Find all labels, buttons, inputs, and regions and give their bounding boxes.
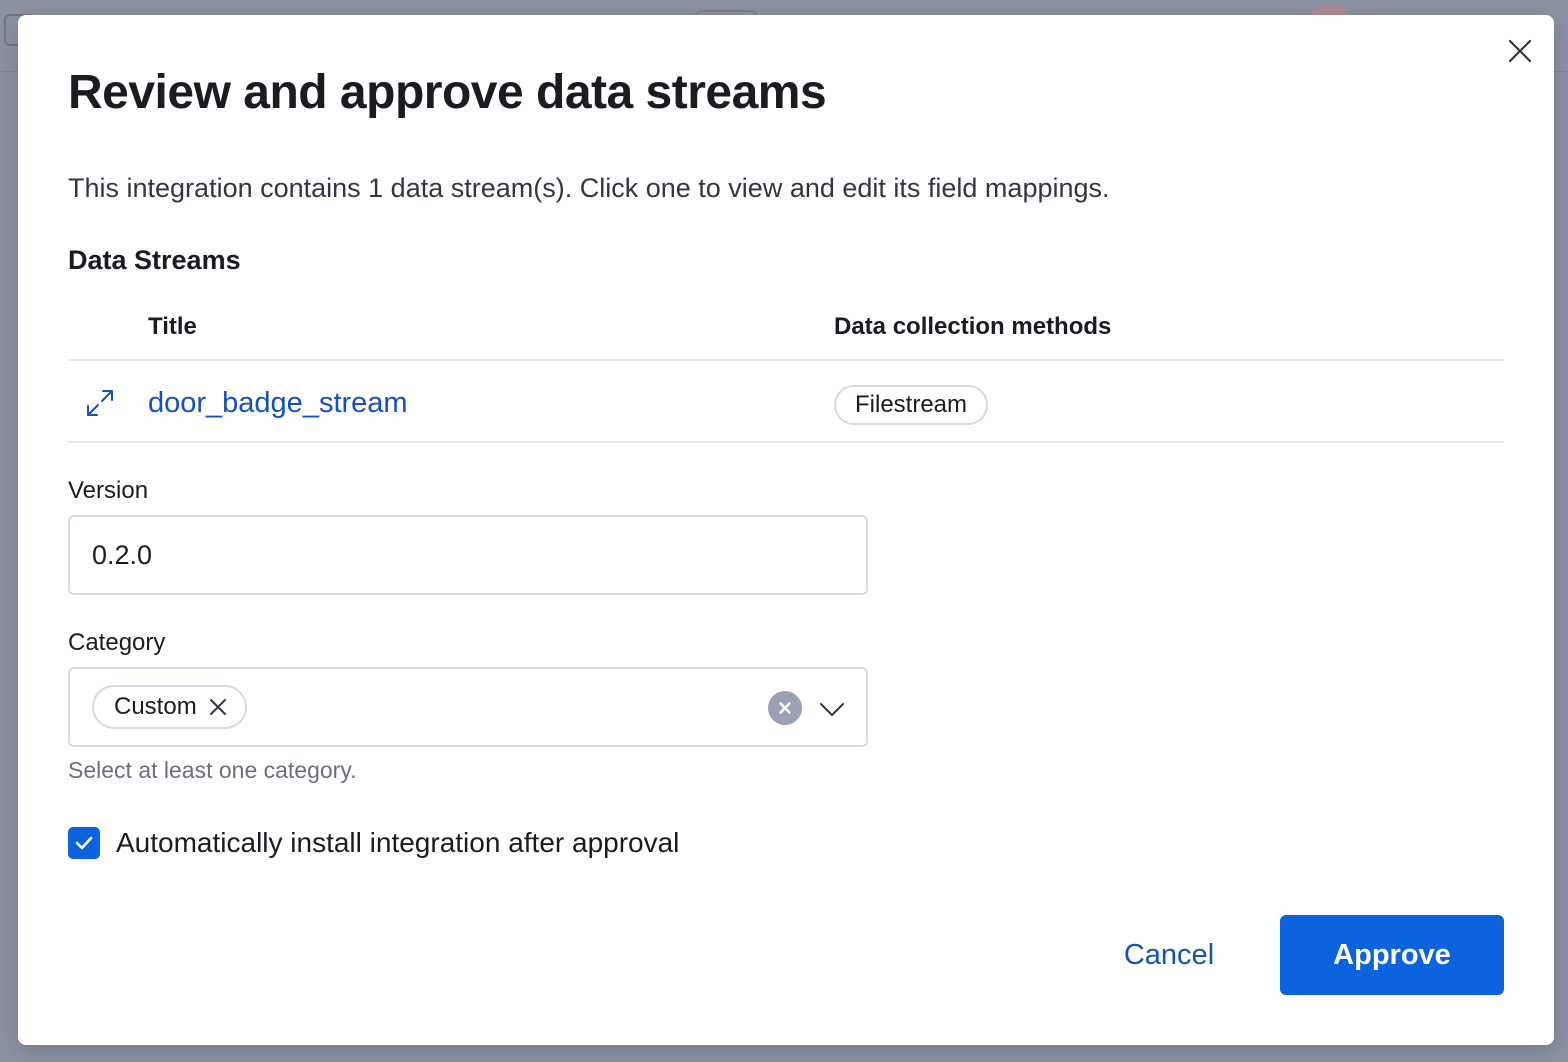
cross-icon [209,699,226,715]
table-row[interactable]: door_badge_stream Filestream [68,361,1504,441]
stream-title-link[interactable]: door_badge_stream [148,381,408,425]
version-label: Version [68,477,149,504]
cancel-button[interactable]: Cancel [1098,915,1240,995]
category-combobox[interactable]: Custom [68,667,868,747]
modal-description: This integration contains 1 data stream(… [68,173,1110,203]
column-header-title: Title [148,313,197,340]
approve-button[interactable]: Approve [1280,915,1504,995]
method-badge: Filestream [834,385,989,425]
version-input[interactable] [68,515,868,595]
clear-icon [779,702,791,714]
remove-chip-button[interactable] [207,696,229,718]
column-header-methods: Data collection methods [834,313,1112,340]
close-button[interactable] [1502,33,1538,69]
modal-title: Review and approve data streams [68,66,827,119]
review-modal: Review and approve data streams This int… [18,15,1554,1045]
chevron-down-icon [820,703,844,716]
category-chip: Custom [92,685,247,729]
close-icon [1508,39,1532,63]
clear-selection-button[interactable] [768,691,802,725]
expand-row-button[interactable] [80,383,120,423]
open-dropdown-button[interactable] [812,689,852,729]
checkmark-icon [75,836,93,850]
expand-icon [87,390,113,416]
category-chip-label: Custom [114,693,197,720]
auto-install-checkbox[interactable] [68,827,100,859]
section-title: Data Streams [68,245,241,275]
auto-install-label[interactable]: Automatically install integration after … [116,825,679,861]
category-help-text: Select at least one category. [68,757,357,783]
table-divider [68,441,1504,443]
category-label: Category [68,629,166,656]
